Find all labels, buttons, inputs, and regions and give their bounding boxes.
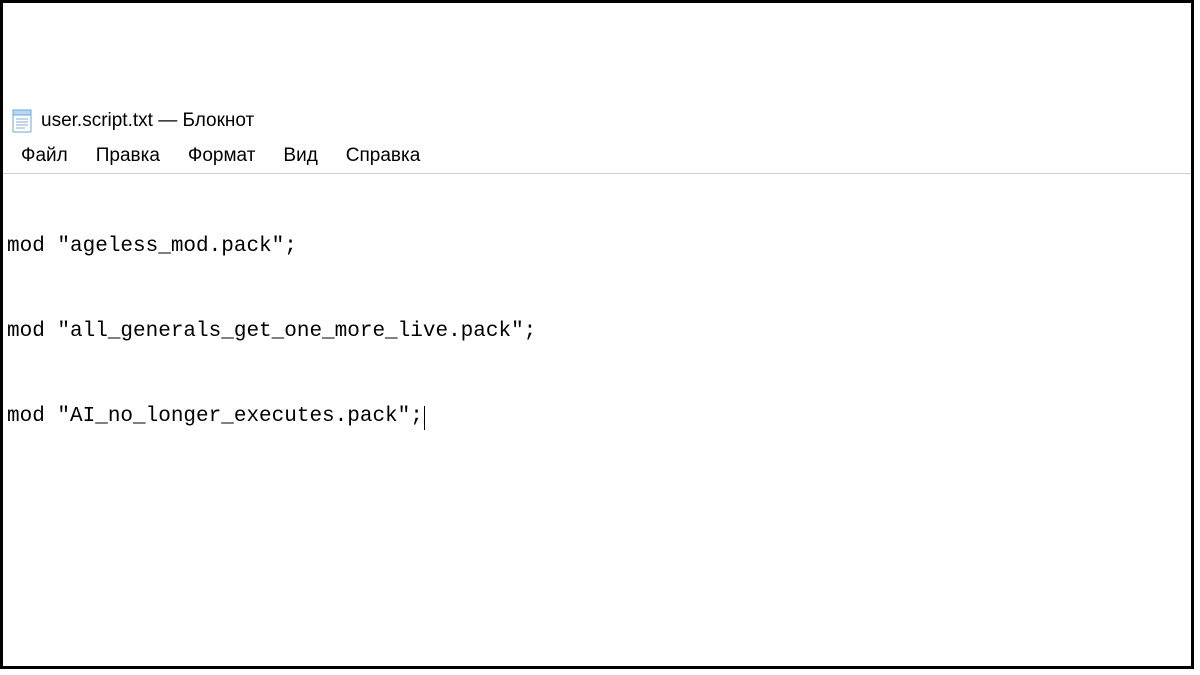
menu-edit[interactable]: Правка — [82, 143, 174, 169]
menu-file[interactable]: Файл — [7, 143, 82, 169]
editor-line-text: mod "AI_no_longer_executes.pack"; — [7, 405, 423, 428]
editor-line: mod "AI_no_longer_executes.pack"; — [7, 403, 1187, 431]
editor-line: mod "ageless_mod.pack"; — [7, 233, 1187, 261]
notepad-window: user.script.txt — Блокнот Файл Правка Фо… — [3, 101, 1191, 666]
outer-frame: user.script.txt — Блокнот Файл Правка Фо… — [0, 0, 1194, 669]
notepad-icon — [11, 108, 33, 134]
menu-format[interactable]: Формат — [174, 143, 270, 169]
menubar: Файл Правка Формат Вид Справка — [3, 139, 1191, 174]
menu-view[interactable]: Вид — [269, 143, 331, 169]
text-cursor — [424, 406, 425, 430]
menu-help[interactable]: Справка — [332, 143, 435, 169]
titlebar: user.script.txt — Блокнот — [3, 101, 1191, 139]
text-editor-area[interactable]: mod "ageless_mod.pack"; mod "all_general… — [3, 174, 1191, 490]
window-title: user.script.txt — Блокнот — [41, 110, 254, 132]
editor-line: mod "all_generals_get_one_more_live.pack… — [7, 318, 1187, 346]
